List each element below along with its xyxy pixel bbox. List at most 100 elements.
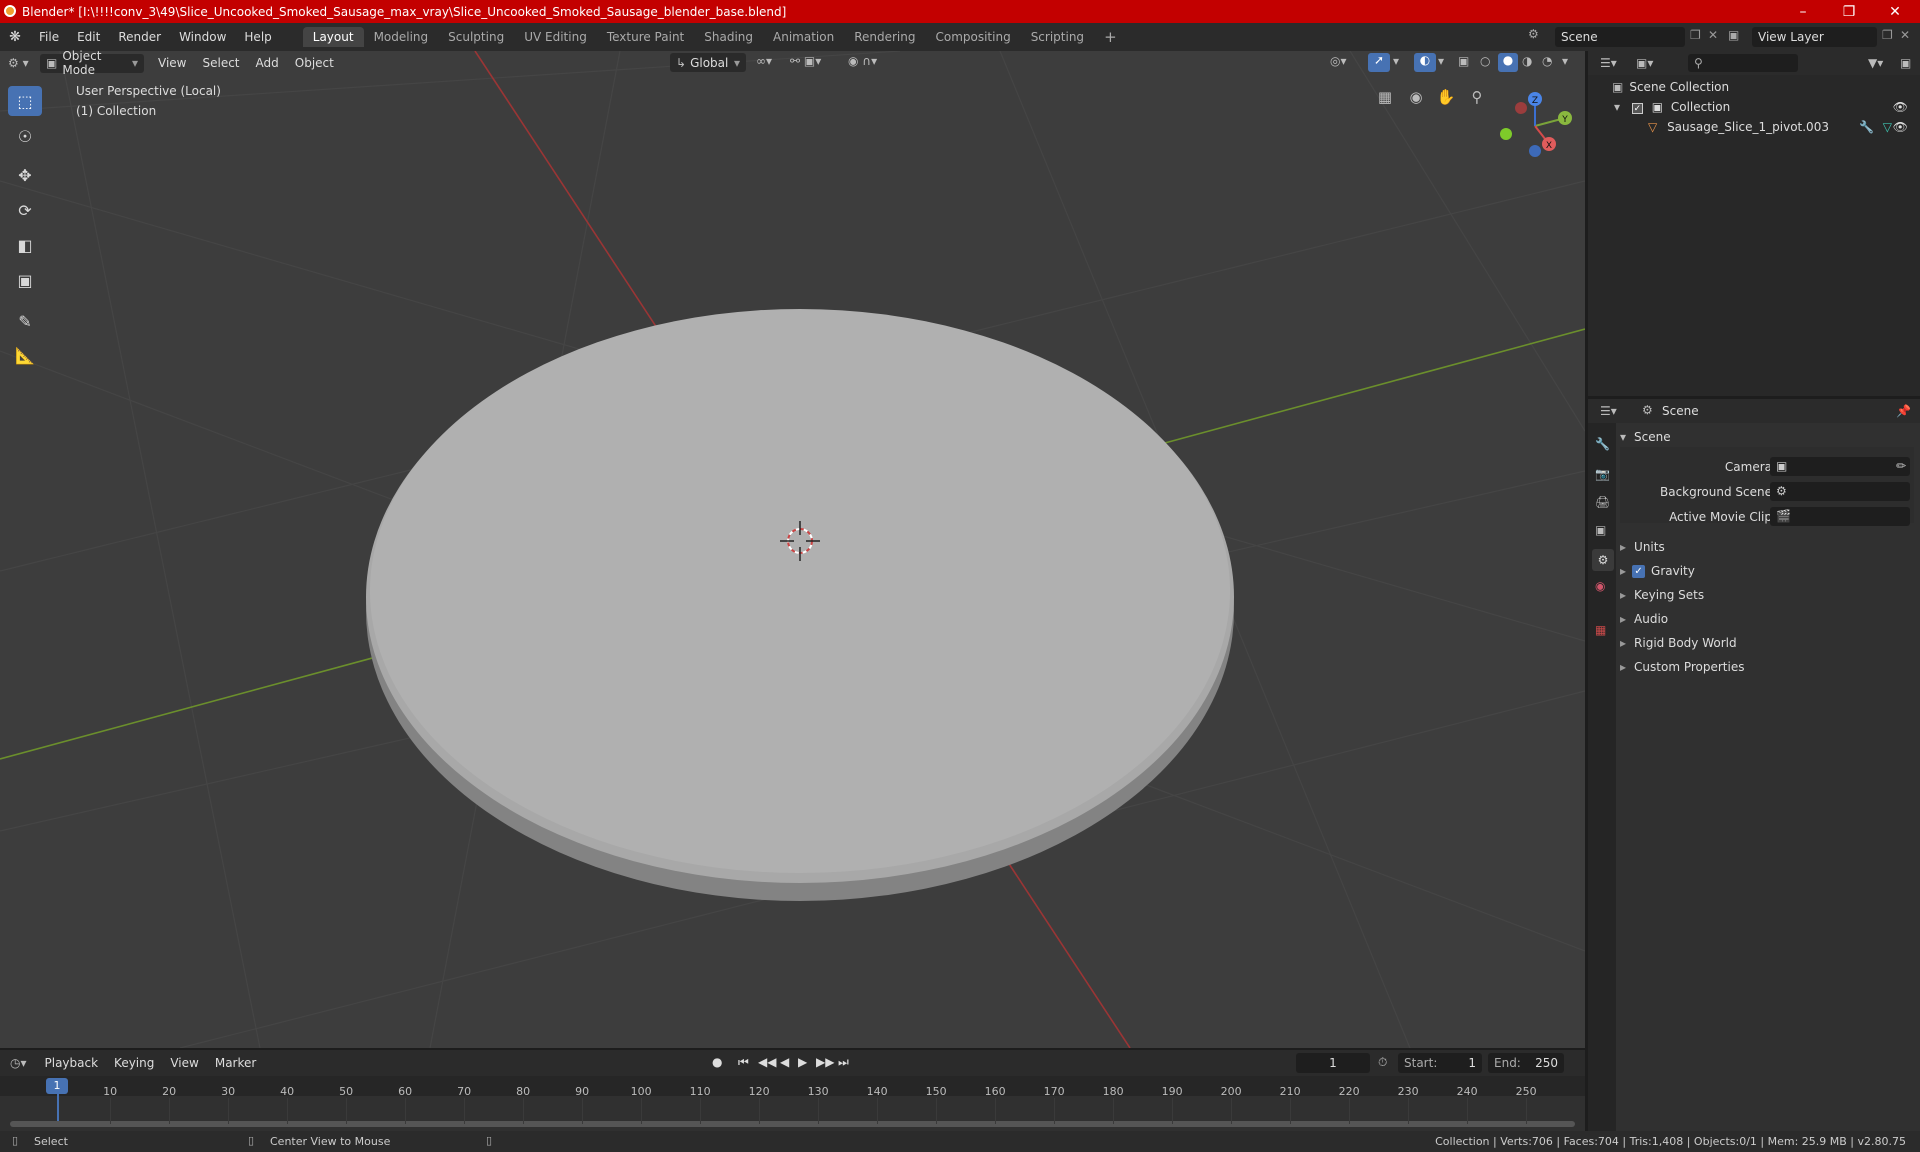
- orientation-dropdown[interactable]: ↳ Global ▾: [670, 53, 746, 72]
- add-workspace-icon[interactable]: +: [1094, 25, 1127, 49]
- delete-view-layer-icon[interactable]: ✕: [1900, 28, 1910, 42]
- menu-edit[interactable]: Edit: [68, 30, 109, 44]
- rigid-body-world-panel[interactable]: ▸ Rigid Body World: [1620, 632, 1914, 654]
- record-icon[interactable]: ●: [712, 1055, 722, 1069]
- viewport-menu-add[interactable]: Add: [248, 54, 287, 72]
- select-box-tool[interactable]: ⬚: [8, 86, 42, 116]
- navigation-gizmo[interactable]: Y Z X: [1500, 92, 1572, 157]
- view-layer-icon[interactable]: ▣: [1728, 28, 1739, 42]
- eyedropper-icon[interactable]: ✏: [1896, 459, 1906, 473]
- tab-modeling[interactable]: Modeling: [364, 27, 439, 47]
- gravity-panel[interactable]: ▸ ✓ Gravity: [1620, 560, 1914, 582]
- jump-start-icon[interactable]: ⏮: [738, 1055, 749, 1070]
- collection-checkbox[interactable]: ✓: [1631, 103, 1643, 114]
- cursor-tool[interactable]: ☉: [8, 121, 42, 151]
- viewport-menu-select[interactable]: Select: [194, 54, 247, 72]
- tab-texture-paint[interactable]: Texture Paint: [597, 27, 694, 47]
- viewport-menu-view[interactable]: View: [150, 54, 194, 72]
- gizmo-dropdown-icon[interactable]: ▾: [1393, 54, 1399, 68]
- new-collection-icon[interactable]: ▣: [1900, 56, 1911, 70]
- scene-field[interactable]: Scene: [1555, 27, 1685, 47]
- timeline-scrollbar[interactable]: [10, 1121, 1575, 1127]
- custom-properties-panel[interactable]: ▸ Custom Properties: [1620, 656, 1914, 678]
- tab-compositing[interactable]: Compositing: [925, 27, 1020, 47]
- timeline-menu-marker[interactable]: Marker: [207, 1054, 264, 1072]
- tab-animation[interactable]: Animation: [763, 27, 844, 47]
- minimize-icon[interactable]: –: [1780, 0, 1826, 23]
- solid-shading-icon[interactable]: ●: [1498, 53, 1518, 72]
- tab-shading[interactable]: Shading: [694, 27, 763, 47]
- mode-dropdown[interactable]: ▣ Object Mode ▾: [40, 49, 144, 77]
- next-keyframe-icon[interactable]: ▶▶: [816, 1055, 834, 1069]
- units-panel[interactable]: ▸ Units: [1620, 536, 1914, 558]
- jump-end-icon[interactable]: ⏭: [838, 1055, 849, 1070]
- measure-tool[interactable]: 📐: [8, 340, 42, 370]
- menu-file[interactable]: File: [30, 30, 68, 44]
- menu-render[interactable]: Render: [109, 30, 170, 44]
- view-layer-field[interactable]: View Layer: [1752, 27, 1877, 47]
- timeline-menu-view[interactable]: View: [162, 1054, 206, 1072]
- end-frame-field[interactable]: End: 250: [1488, 1053, 1564, 1073]
- scene-selector-icon[interactable]: ⚙: [1528, 27, 1548, 41]
- transform-tool[interactable]: ▣: [8, 265, 42, 295]
- play-reverse-icon[interactable]: ◀: [780, 1055, 789, 1069]
- audio-panel[interactable]: ▸ Audio: [1620, 608, 1914, 630]
- gravity-checkbox[interactable]: ✓: [1632, 564, 1646, 578]
- menu-help[interactable]: Help: [235, 30, 280, 44]
- display-mode-icon[interactable]: ▣▾: [1636, 56, 1653, 70]
- wireframe-shading-icon[interactable]: ○: [1480, 54, 1490, 68]
- overlays-dropdown-icon[interactable]: ▾: [1438, 54, 1444, 68]
- close-icon[interactable]: ✕: [1872, 0, 1918, 23]
- scene-tab-icon[interactable]: ⚙: [1592, 549, 1614, 571]
- tab-rendering[interactable]: Rendering: [844, 27, 925, 47]
- output-tab-icon[interactable]: 🖨: [1595, 495, 1610, 509]
- modifier-wrench-icon[interactable]: 🔧: [1859, 120, 1874, 134]
- tab-uv-editing[interactable]: UV Editing: [514, 27, 597, 47]
- outliner-editor-icon[interactable]: ☰▾: [1600, 56, 1617, 70]
- timeline-editor-icon[interactable]: ◷▾: [0, 1056, 37, 1070]
- world-tab-icon[interactable]: ◉: [1595, 579, 1605, 593]
- mesh-data-icon[interactable]: ▽: [1883, 120, 1892, 134]
- rotate-tool[interactable]: ⟳: [8, 195, 42, 225]
- tab-layout[interactable]: Layout: [302, 27, 364, 47]
- playhead[interactable]: 1: [46, 1078, 68, 1094]
- xray-icon[interactable]: ▣: [1458, 54, 1469, 68]
- prev-keyframe-icon[interactable]: ◀◀: [758, 1055, 776, 1069]
- rendered-shading-icon[interactable]: ◔: [1542, 54, 1552, 68]
- editor-type-icon[interactable]: ⚙ ▾: [0, 54, 40, 72]
- sausage-slice-mesh[interactable]: [366, 309, 1234, 901]
- maximize-icon[interactable]: ❐: [1826, 0, 1872, 23]
- pin-icon[interactable]: 📌: [1896, 404, 1911, 418]
- visibility-eye-icon[interactable]: 👁: [1893, 120, 1908, 134]
- proportional-edit-icon[interactable]: ◉ ∩▾: [848, 54, 877, 68]
- timeline-menu-playback[interactable]: Playback: [37, 1054, 107, 1072]
- outliner-object[interactable]: ▽ Sausage_Slice_1_pivot.003 🔧 ▽ 👁: [1638, 120, 1914, 140]
- tab-sculpting[interactable]: Sculpting: [438, 27, 514, 47]
- current-frame-field[interactable]: 1: [1296, 1053, 1370, 1073]
- new-view-layer-icon[interactable]: ❐: [1882, 28, 1893, 42]
- visibility-icon[interactable]: ◎▾: [1330, 54, 1347, 68]
- scene-panel-header[interactable]: ▾ Scene: [1620, 426, 1914, 448]
- overlays-toggle-icon[interactable]: ◐: [1414, 53, 1436, 72]
- timeline-menu-keying[interactable]: Keying: [106, 1054, 162, 1072]
- shading-dropdown-icon[interactable]: ▾: [1562, 54, 1568, 68]
- snap-icon[interactable]: ⚯ ▣▾: [790, 54, 821, 68]
- outliner-search-input[interactable]: ⚲: [1688, 54, 1798, 72]
- texture-tab-icon[interactable]: ▦: [1595, 623, 1606, 637]
- play-icon[interactable]: ▶: [798, 1055, 807, 1069]
- tab-scripting[interactable]: Scripting: [1021, 27, 1094, 47]
- view-layer-tab-icon[interactable]: ▣: [1595, 523, 1606, 537]
- outliner-scene-collection[interactable]: ▣ Scene Collection: [1612, 80, 1729, 94]
- 3d-viewport[interactable]: Y Z X ▦ ◉ ✋ ⚲: [0, 51, 1585, 1048]
- background-scene-field[interactable]: ⚙: [1770, 482, 1910, 501]
- viewport-menu-object[interactable]: Object: [287, 54, 342, 72]
- filter-icon[interactable]: ▼▾: [1868, 56, 1883, 70]
- pivot-point-icon[interactable]: ∞▾: [756, 54, 772, 68]
- move-tool[interactable]: ✥: [8, 160, 42, 190]
- stopwatch-icon[interactable]: ⏱: [1378, 1055, 1387, 1070]
- camera-field[interactable]: ▣ ✏: [1770, 457, 1910, 476]
- scale-tool[interactable]: ◧: [8, 230, 42, 260]
- properties-editor-icon[interactable]: ☰▾: [1600, 404, 1617, 418]
- new-scene-icon[interactable]: ❐: [1690, 28, 1701, 42]
- visibility-eye-icon[interactable]: 👁: [1893, 100, 1908, 114]
